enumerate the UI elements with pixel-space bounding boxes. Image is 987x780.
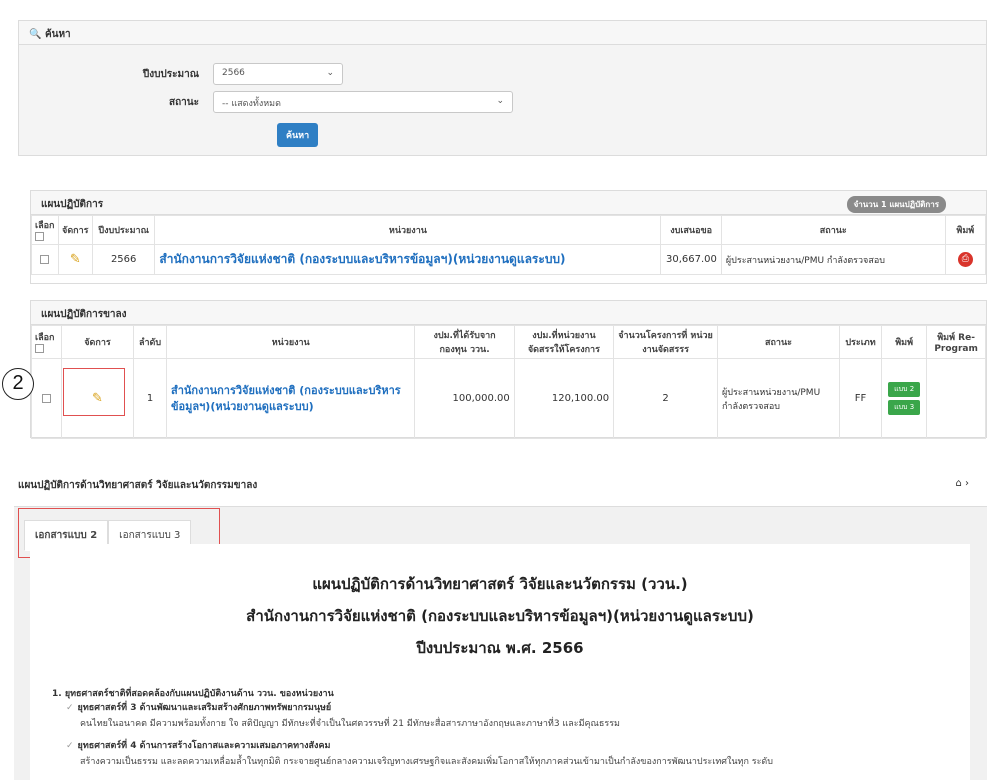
search-panel-header: 🔍 ค้นหา — [19, 21, 986, 45]
strategy-item-desc: คนไทยในอนาคต มีความพร้อมทั้งกาย ใจ สติปั… — [80, 719, 620, 729]
home-icon[interactable]: ⌂ › — [955, 478, 969, 489]
subplan-panel: แผนปฏิบัติการขาลง เลือก จัดการ ลำดับ หน่… — [30, 300, 987, 439]
table-header: หน่วยงาน — [165, 325, 416, 359]
doc-heading-2: สำนักงานการวิจัยแห่งชาติ (กองระบบและบริห… — [246, 607, 754, 625]
status-select[interactable]: -- แสดงทั้งหมด ⌄ — [213, 91, 513, 113]
table-header: งปม.ที่ได้รับจาก กองทุน ววน. — [414, 325, 515, 359]
status-row: สถานะ -- แสดงทั้งหมด ⌄ — [129, 91, 513, 113]
year-select-value: 2566 — [222, 68, 245, 78]
year-select[interactable]: 2566 ⌄ — [213, 63, 343, 85]
subplan-panel-header: แผนปฏิบัติการขาลง — [31, 301, 986, 325]
table-header: เลือก — [31, 325, 62, 359]
doc-heading-3: ปีงบประมาณ พ.ศ. 2566 — [416, 639, 584, 657]
table-header: หน่วยงาน — [154, 215, 662, 245]
table-row: ✎ 1 สำนักงานการวิจัยแห่งชาติ (กองระบบและ… — [31, 358, 986, 439]
table-header: จำนวนโครงการที่ หน่วยงานจัดสรรร — [613, 325, 718, 359]
table-header: ประเภท — [838, 325, 883, 359]
subplan-status: ผู้ประสานหน่วยงาน/PMU กำลังตรวจสอบ — [716, 358, 840, 439]
strategy-item-title: ยุทธศาสตร์ที่ 4 ด้านการสร้างโอกาสและความ… — [77, 741, 331, 751]
table-header: ลำดับ — [133, 325, 167, 359]
page-title: แผนปฏิบัติการด้านวิทยาศาสตร์ วิจัยและนวั… — [18, 480, 258, 491]
table-header: สถานะ — [716, 325, 840, 359]
search-panel: 🔍 ค้นหา ปีงบประมาณ 2566 ⌄ สถานะ -- แสดงท… — [18, 20, 987, 156]
select-all-checkbox[interactable] — [35, 232, 44, 241]
strategy-item-title: ยุทธศาสตร์ที่ 3 ด้านพัฒนาและเสริมสร้างศั… — [77, 703, 332, 713]
strategy-item: ✓ ยุทธศาสตร์ที่ 4 ด้านการสร้างโอกาสและควา… — [66, 738, 956, 768]
plan-table: เลือก จัดการ ปีงบประมาณ หน่วยงาน งบเสนอข… — [31, 215, 987, 275]
pencil-icon[interactable]: ✎ — [70, 252, 81, 267]
table-header: จัดการ — [60, 325, 135, 359]
row-checkbox[interactable] — [41, 393, 51, 403]
table-header: เลือก — [31, 215, 59, 245]
subplan-type: FF — [838, 358, 883, 439]
plan-panel-header: แผนปฏิบัติการ จำนวน 1 แผนปฏิบัติการ — [31, 191, 986, 215]
table-row: ✎ 2566 สำนักงานการวิจัยแห่งชาติ (กองระบบ… — [31, 244, 987, 275]
table-header: งปม.ที่หน่วยงาน จัดสรรให้โครงการ — [513, 325, 615, 359]
subplan-order: 1 — [133, 358, 167, 439]
table-header: งบเสนอขอ — [660, 215, 722, 245]
row-checkbox[interactable] — [40, 254, 50, 264]
chevron-down-icon: ⌄ — [326, 68, 334, 78]
status-select-value: -- แสดงทั้งหมด — [222, 99, 281, 109]
print-form2-button[interactable]: แบบ 2 — [888, 382, 921, 397]
document-sheet: แผนปฏิบัติการด้านวิทยาศาสตร์ วิจัยและนวั… — [30, 544, 970, 780]
table-header: พิมพ์ — [881, 325, 928, 359]
plan-budget: 30,667.00 — [660, 244, 722, 275]
select-all-checkbox[interactable] — [35, 344, 44, 353]
plan-agency-link[interactable]: สำนักงานการวิจัยแห่งชาติ (กองระบบและบริห… — [159, 252, 565, 266]
table-header: ปีงบประมาณ — [91, 215, 156, 245]
table-header: พิมพ์ — [944, 215, 987, 245]
print-form3-button[interactable]: แบบ 3 — [888, 400, 921, 415]
step-number-marker: 2 — [2, 368, 34, 400]
print-icon[interactable]: ⎙ — [957, 252, 973, 267]
check-icon: ✓ — [66, 703, 74, 713]
chevron-down-icon: ⌄ — [496, 96, 504, 106]
doc-heading-1: แผนปฏิบัติการด้านวิทยาศาสตร์ วิจัยและนวั… — [312, 575, 688, 593]
subplan-table: เลือก จัดการ ลำดับ หน่วยงาน งปม.ที่ได้รั… — [31, 325, 986, 439]
year-row: ปีงบประมาณ 2566 ⌄ — [129, 63, 343, 85]
subplan-panel-title: แผนปฏิบัติการขาลง — [41, 309, 127, 320]
subplan-allocated: 120,100.00 — [513, 358, 615, 439]
subplan-received: 100,000.00 — [414, 358, 515, 439]
table-header: จัดการ — [57, 215, 93, 245]
subplan-projects: 2 — [613, 358, 718, 439]
plan-panel-title: แผนปฏิบัติการ — [41, 199, 104, 210]
plan-panel: แผนปฏิบัติการ จำนวน 1 แผนปฏิบัติการ เลือ… — [30, 190, 987, 284]
table-header: พิมพ์ Re-Program — [926, 325, 986, 359]
plan-year: 2566 — [91, 244, 156, 275]
strategy-item-desc: สร้างความเป็นธรรม และลดความเหลื่อมล้ำในท… — [80, 757, 773, 767]
search-panel-title: ค้นหา — [44, 29, 71, 40]
search-button[interactable]: ค้นหา — [277, 123, 319, 147]
check-icon: ✓ — [66, 741, 74, 751]
plan-status: ผู้ประสานหน่วยงาน/PMU กำลังตรวจสอบ — [720, 244, 946, 275]
year-label: ปีงบประมาณ — [142, 68, 199, 80]
plan-count-badge: จำนวน 1 แผนปฏิบัติการ — [846, 196, 946, 213]
status-label: สถานะ — [169, 96, 199, 108]
subplan-agency-link[interactable]: สำนักงานการวิจัยแห่งชาติ (กองระบบและบริห… — [171, 384, 401, 413]
table-header: สถานะ — [720, 215, 946, 245]
strategy-item: ✓ ยุทธศาสตร์ที่ 3 ด้านพัฒนาและเสริมสร้างศ… — [66, 700, 956, 730]
strategy-section-title: 1. ยุทธศาสตร์ชาติที่สอดคล้องกับแผนปฏิบัต… — [52, 689, 334, 699]
highlight-edit-box — [63, 368, 125, 416]
search-icon: 🔍 — [29, 29, 42, 40]
